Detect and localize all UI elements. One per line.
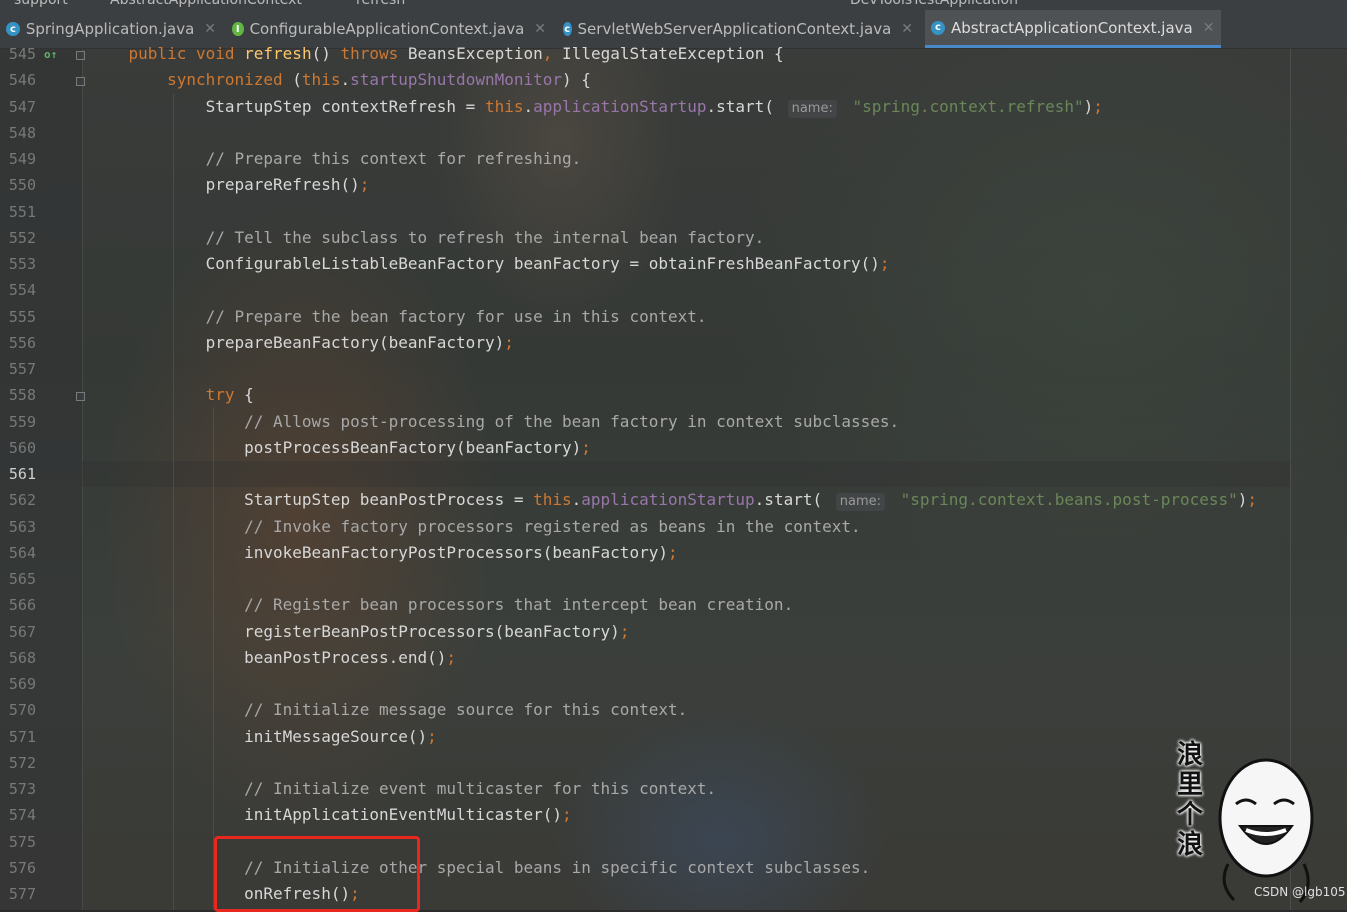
breadcrumb-item[interactable]: support: [14, 0, 68, 8]
sticker-caption: 浪里个浪: [1172, 740, 1208, 860]
line-number: 553: [8, 255, 36, 273]
tab-label: ConfigurableApplicationContext.java: [249, 20, 525, 38]
code-line[interactable]: // Initialize other special beans in spe…: [90, 855, 870, 881]
line-number: 562: [8, 491, 36, 509]
code-line[interactable]: // Initialize message source for this co…: [90, 697, 687, 723]
line-number: 557: [8, 360, 36, 378]
code-line[interactable]: initMessageSource();: [90, 724, 437, 750]
code-line[interactable]: beanPostProcess.end();: [90, 645, 456, 671]
line-number: 570: [8, 701, 36, 719]
interface-icon: I: [232, 22, 244, 36]
line-number: 547: [8, 98, 36, 116]
code-line[interactable]: registerBeanPostProcessors(beanFactory);: [90, 619, 629, 645]
line-number: 559: [8, 413, 36, 431]
line-number: 564: [8, 544, 36, 562]
line-number: 568: [8, 649, 36, 667]
navigation-bar: support AbstractApplicationContext refre…: [0, 0, 1347, 10]
code-line[interactable]: prepareBeanFactory(beanFactory);: [90, 330, 514, 356]
tab-label: AbstractApplicationContext.java: [951, 18, 1193, 37]
code-line[interactable]: // Initialize event multicaster for this…: [90, 776, 716, 802]
code-line[interactable]: // Prepare this context for refreshing.: [90, 146, 582, 172]
sticker-text: 浪里个浪: [1176, 740, 1203, 860]
class-icon: c: [563, 22, 572, 36]
line-number: 560: [8, 439, 36, 457]
tab-label: SpringApplication.java: [25, 20, 195, 38]
line-number: 563: [8, 518, 36, 536]
class-icon: c: [6, 22, 20, 36]
line-number: 556: [8, 334, 36, 352]
code-line[interactable]: // Invoke factory processors registered …: [90, 514, 861, 540]
code-line[interactable]: // Prepare the bean factory for use in t…: [90, 304, 707, 330]
close-icon[interactable]: ✕: [534, 21, 546, 37]
line-number: 567: [8, 623, 36, 641]
line-number: 558: [8, 386, 36, 404]
fold-marker-icon[interactable]: [76, 77, 85, 86]
line-number: 548: [8, 124, 36, 142]
line-number: 545: [8, 45, 36, 63]
fold-marker-icon[interactable]: [76, 51, 85, 60]
code-line[interactable]: StartupStep beanPostProcess = this.appli…: [90, 487, 1257, 513]
run-config-selector[interactable]: DevToolsTestApplication: [850, 0, 1018, 8]
line-number: 574: [8, 806, 36, 824]
code-line[interactable]: // Tell the subclass to refresh the inte…: [90, 225, 765, 251]
class-icon: c: [931, 20, 945, 35]
line-number: 566: [8, 596, 36, 614]
override-marker-icon[interactable]: o↑: [44, 48, 57, 61]
line-number: 575: [8, 833, 36, 851]
line-number: 551: [8, 203, 36, 221]
code-line[interactable]: prepareRefresh();: [90, 172, 370, 198]
line-number: 577: [8, 885, 36, 903]
watermark: CSDN @lgb105: [1254, 885, 1346, 899]
code-line[interactable]: StartupStep contextRefresh = this.applic…: [90, 94, 1103, 120]
line-number: 573: [8, 780, 36, 798]
code-line[interactable]: invokeBeanFactoryPostProcessors(beanFact…: [90, 540, 677, 566]
code-line[interactable]: postProcessBeanFactory(beanFactory);: [90, 435, 591, 461]
line-number: 552: [8, 229, 36, 247]
line-number: 571: [8, 728, 36, 746]
close-icon[interactable]: ✕: [1203, 20, 1215, 36]
code-line[interactable]: public void refresh() throws BeansExcept…: [90, 41, 784, 67]
laughing-face-sticker-icon: [1218, 758, 1314, 903]
fold-marker-icon[interactable]: [76, 392, 85, 401]
close-icon[interactable]: ✕: [204, 21, 216, 37]
code-line[interactable]: // Allows post-processing of the bean fa…: [90, 409, 899, 435]
code-line[interactable]: initApplicationEventMulticaster();: [90, 802, 572, 828]
line-number: 549: [8, 150, 36, 168]
code-line[interactable]: try {: [90, 382, 254, 408]
current-line-highlight: [82, 461, 1290, 487]
code-line[interactable]: synchronized (this.startupShutdownMonito…: [90, 67, 591, 93]
code-line[interactable]: ConfigurableListableBeanFactory beanFact…: [90, 251, 890, 277]
code-line[interactable]: // Register bean processors that interce…: [90, 592, 793, 618]
line-number: 572: [8, 754, 36, 772]
line-number: 555: [8, 308, 36, 326]
tab-abstract-application-context[interactable]: c AbstractApplicationContext.java ✕: [925, 10, 1221, 48]
close-icon[interactable]: ✕: [901, 21, 913, 37]
line-number: 565: [8, 570, 36, 588]
line-number: 550: [8, 176, 36, 194]
line-number: 561: [8, 465, 36, 483]
tab-label: ServletWebServerApplicationContext.java: [577, 20, 892, 38]
breadcrumb-item[interactable]: AbstractApplicationContext: [110, 0, 302, 8]
line-number: 576: [8, 859, 36, 877]
highlight-annotation-box: [214, 836, 420, 912]
breadcrumb-item[interactable]: refresh: [356, 0, 405, 8]
line-number: 546: [8, 71, 36, 89]
line-number: 554: [8, 281, 36, 299]
line-number: 569: [8, 675, 36, 693]
